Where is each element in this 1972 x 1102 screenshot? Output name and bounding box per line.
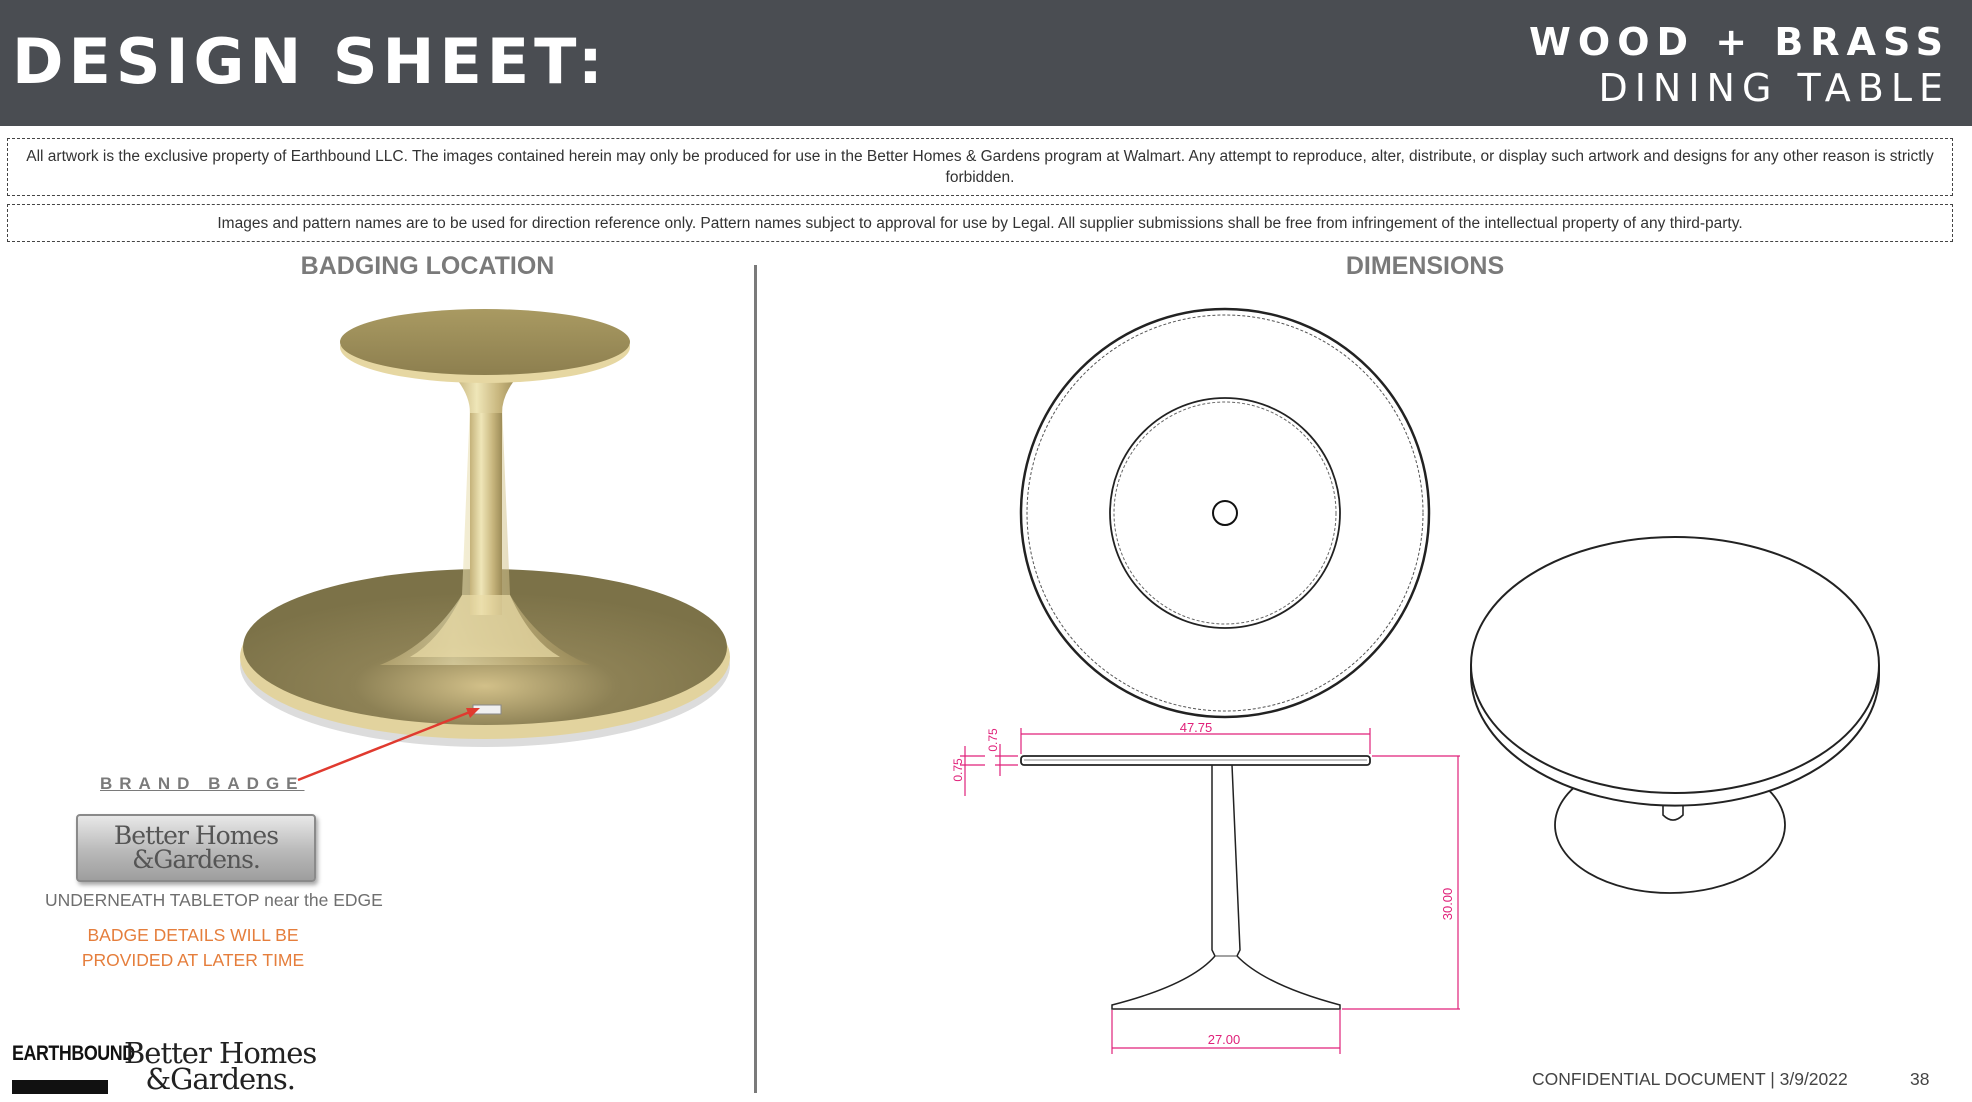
base-width-dim: 27.00 <box>1208 1032 1241 1047</box>
stem <box>470 385 502 615</box>
badge-details-line2: PROVIDED AT LATER TIME <box>81 950 305 970</box>
badging-location-heading: BADGING LOCATION <box>300 252 555 280</box>
badge-logo-plate: Better Homes &Gardens. <box>76 814 316 882</box>
section-divider <box>754 265 757 1093</box>
badge-details-note: BADGE DETAILS WILL BE PROVIDED AT LATER … <box>68 923 318 973</box>
product-name-line1: WOOD + BRASS <box>1528 20 1950 64</box>
earthbound-logo: EARTHBOUND <box>12 1042 135 1065</box>
brand-badge-label: BRAND BADGE <box>100 774 305 793</box>
side-pedestal <box>1111 764 1341 1010</box>
brand-badge-arrow <box>297 708 480 782</box>
height-dim: 30.00 <box>1440 888 1455 921</box>
confidential-footer: CONFIDENTIAL DOCUMENT | 3/9/2022 <box>1532 1069 1848 1089</box>
badge-details-line1: BADGE DETAILS WILL BE <box>87 925 299 945</box>
bhg-logo-line2: &Gardens. <box>145 1062 296 1096</box>
page-title: DESIGN SHEET: <box>12 25 608 98</box>
header-bar: DESIGN SHEET: WOOD + BRASS DINING TABLE <box>0 0 1972 126</box>
reference-notice: Images and pattern names are to be used … <box>7 204 1953 242</box>
tabletop <box>340 309 630 375</box>
product-name: WOOD + BRASS DINING TABLE <box>1529 18 1950 110</box>
side-view-drawing: 47.75 0.75 0.75 30.00 27.00 <box>951 720 1460 1054</box>
earthbound-logo-bar <box>12 1080 108 1094</box>
top-view-drawing <box>1019 307 1431 719</box>
bhg-footer-logo: Better Homes &Gardens. <box>124 1039 317 1096</box>
page-number: 38 <box>1910 1069 1930 1089</box>
top-thickness-dim: 0.75 <box>986 728 1000 752</box>
ownership-notice: All artwork is the exclusive property of… <box>7 138 1953 196</box>
brass-table-render <box>240 309 730 747</box>
dimensions-heading: DIMENSIONS <box>1345 252 1505 280</box>
side-tabletop <box>1020 755 1371 766</box>
perspective-view-drawing <box>1470 536 1880 894</box>
reference-notice-text: Images and pattern names are to be used … <box>217 214 1743 232</box>
badge-placement-text: UNDERNEATH TABLETOP near the EDGE <box>45 890 383 910</box>
edge-thickness-dim: 0.75 <box>951 758 965 782</box>
product-name-line2: DINING TABLE <box>1598 66 1950 110</box>
ownership-notice-text: All artwork is the exclusive property of… <box>26 148 1934 186</box>
badge-logo-line2: &Gardens. <box>132 845 261 874</box>
perspective-tabletop <box>1470 536 1880 794</box>
top-width-dim: 47.75 <box>1180 720 1213 735</box>
